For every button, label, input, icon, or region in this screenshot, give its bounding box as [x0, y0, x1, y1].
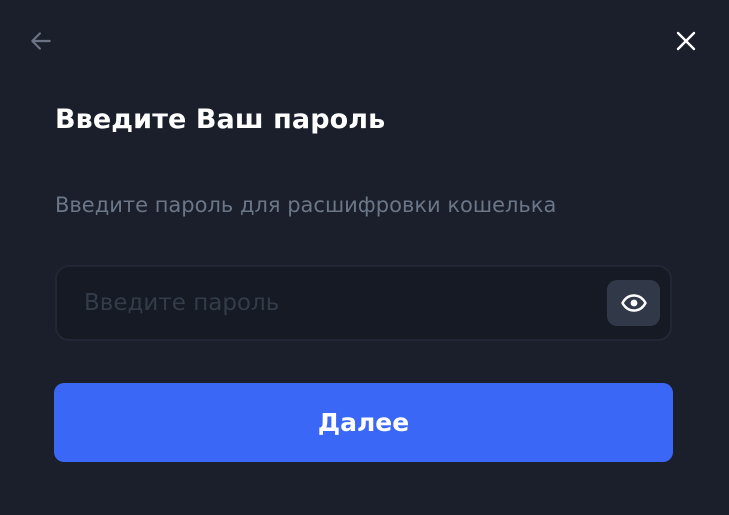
eye-icon	[620, 294, 647, 312]
page-title: Введите Ваш пароль	[55, 104, 386, 135]
page-subtitle: Введите пароль для расшифровки кошелька	[55, 193, 557, 217]
close-button[interactable]	[671, 26, 701, 56]
arrow-left-icon	[31, 32, 51, 50]
password-dialog: Введите Ваш пароль Введите пароль для ра…	[0, 0, 729, 515]
password-field	[55, 265, 672, 341]
password-input[interactable]	[84, 281, 584, 325]
next-button[interactable]: Далее	[54, 383, 673, 462]
back-button[interactable]	[26, 26, 56, 56]
close-icon	[676, 31, 696, 51]
toggle-visibility-button[interactable]	[607, 280, 660, 326]
